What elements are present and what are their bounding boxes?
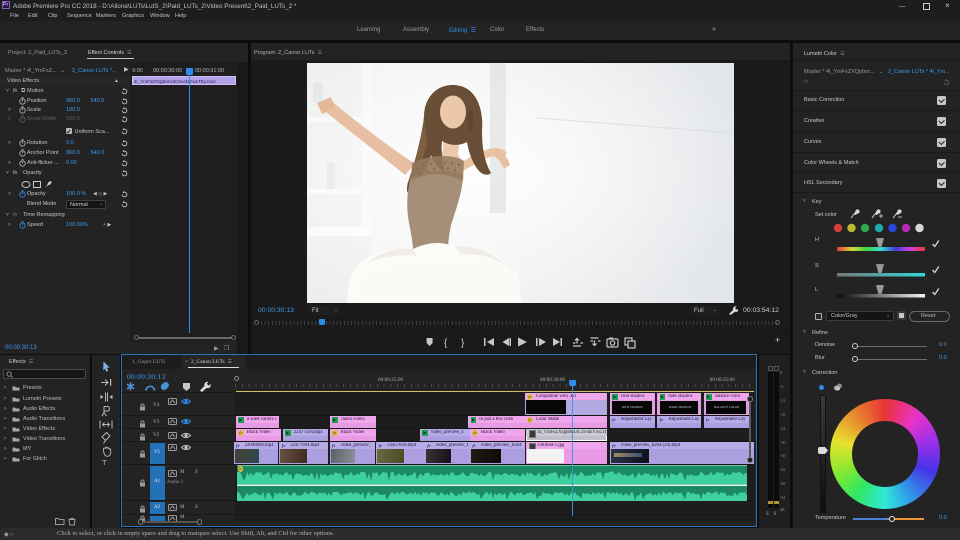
svg-text:{: { [444, 338, 448, 349]
svg-text:}: } [461, 338, 465, 349]
